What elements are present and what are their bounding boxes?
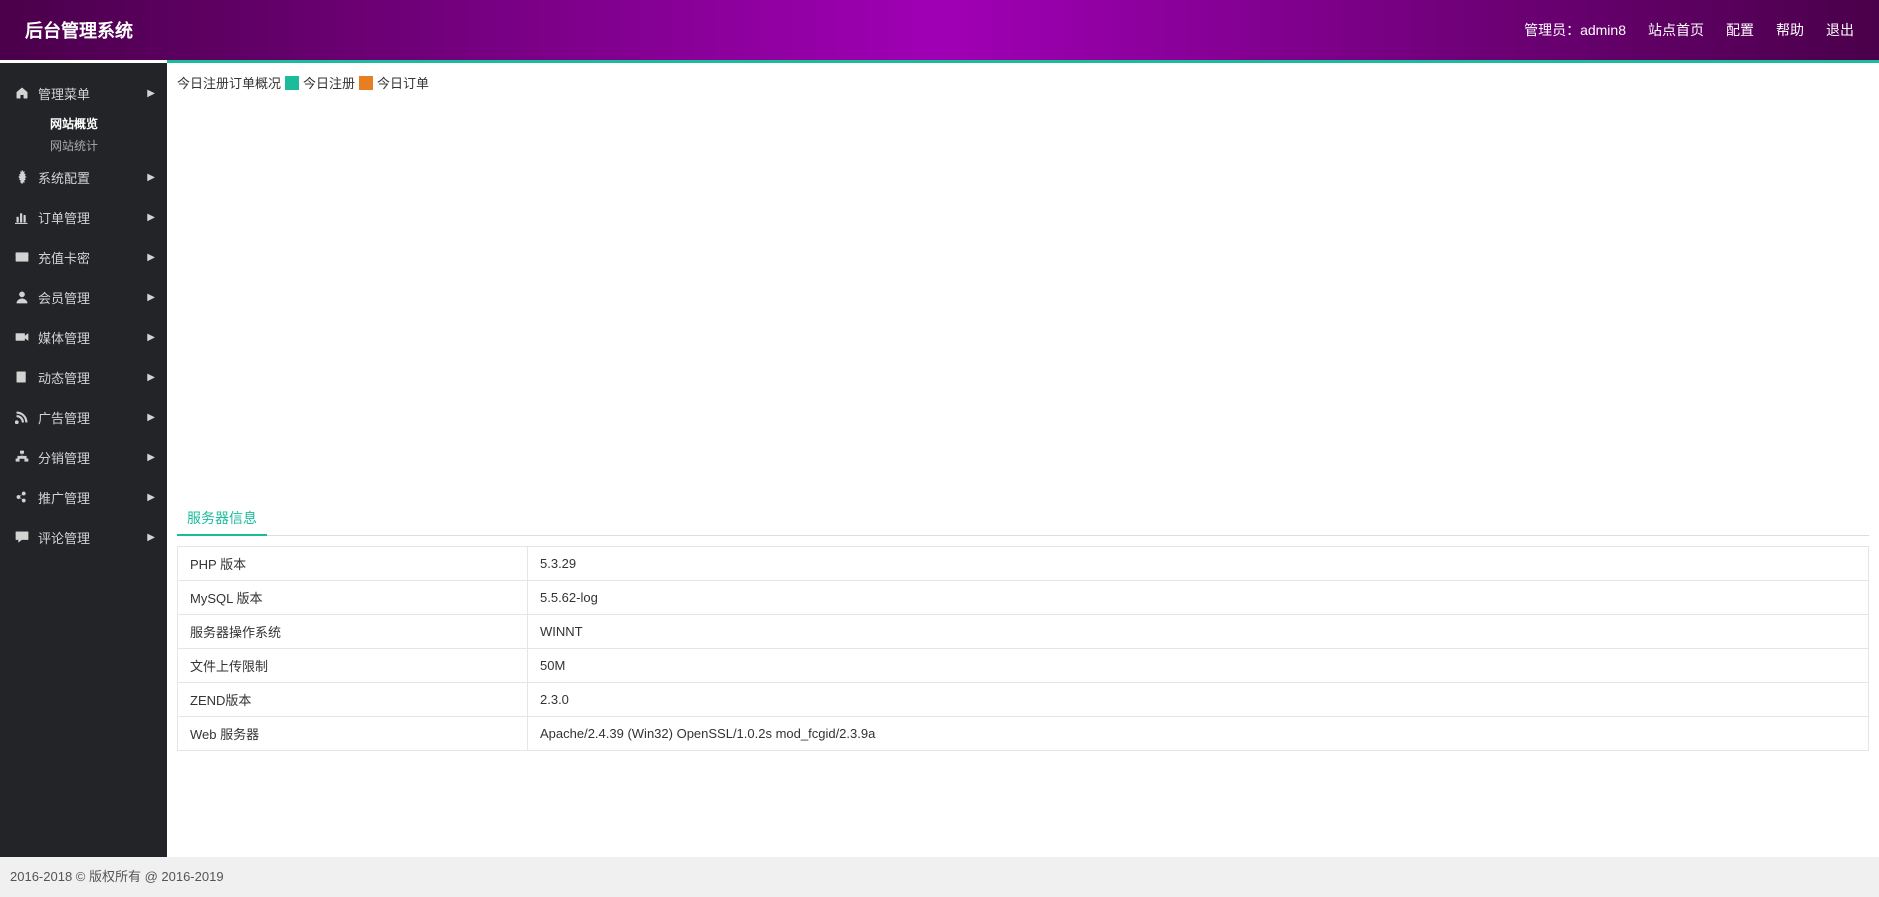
book-icon: [14, 369, 30, 385]
info-value: 2.3.0: [528, 683, 1869, 717]
sidebar-item-2[interactable]: 订单管理 ▶: [0, 197, 167, 237]
caret-right-icon: ▶: [147, 88, 155, 99]
legend-swatch-register: [285, 76, 299, 90]
sidebar: 管理菜单▶网站概览网站统计系统配置▶订单管理▶充值卡密▶会员管理▶媒体管理▶动态…: [0, 63, 167, 857]
caret-right-icon: ▶: [147, 492, 155, 503]
info-value: 5.5.62-log: [528, 581, 1869, 615]
tab-bar: 服务器信息: [177, 502, 1869, 536]
chart-area: [177, 92, 1869, 502]
sidebar-item-0[interactable]: 管理菜单 ▶: [0, 73, 167, 113]
legend-label-order: 今日订单: [377, 73, 429, 92]
sidebar-item-label: 广告管理: [38, 408, 90, 427]
sitemap-icon: [14, 449, 30, 465]
table-row: Web 服务器Apache/2.4.39 (Win32) OpenSSL/1.0…: [178, 717, 1869, 751]
sidebar-submenu-0: 网站概览网站统计: [0, 113, 167, 157]
credit-card-icon: [14, 249, 30, 265]
sidebar-item-label: 会员管理: [38, 288, 90, 307]
caret-right-icon: ▶: [147, 252, 155, 263]
info-key: 服务器操作系统: [178, 615, 528, 649]
table-row: 服务器操作系统WINNT: [178, 615, 1869, 649]
sidebar-item-label: 管理菜单: [38, 84, 90, 103]
caret-right-icon: ▶: [147, 172, 155, 183]
sidebar-item-1[interactable]: 系统配置 ▶: [0, 157, 167, 197]
caret-right-icon: ▶: [147, 452, 155, 463]
sidebar-item-8[interactable]: 分销管理 ▶: [0, 437, 167, 477]
cogs-icon: [14, 169, 30, 185]
user-icon: [14, 289, 30, 305]
header: 后台管理系统 管理员：admin8 站点首页 配置 帮助 退出: [0, 0, 1879, 60]
info-key: Web 服务器: [178, 717, 528, 751]
info-value: 50M: [528, 649, 1869, 683]
home-link[interactable]: 站点首页: [1648, 20, 1704, 40]
main-content: 今日注册订单概况 今日注册 今日订单 服务器信息 PHP 版本5.3.29MyS…: [167, 63, 1879, 857]
video-icon: [14, 329, 30, 345]
caret-right-icon: ▶: [147, 532, 155, 543]
table-row: ZEND版本2.3.0: [178, 683, 1869, 717]
info-key: MySQL 版本: [178, 581, 528, 615]
rss-icon: [14, 409, 30, 425]
legend-label-register: 今日注册: [303, 73, 355, 92]
sidebar-item-label: 评论管理: [38, 528, 90, 547]
sidebar-item-5[interactable]: 媒体管理 ▶: [0, 317, 167, 357]
help-link[interactable]: 帮助: [1776, 20, 1804, 40]
legend-swatch-order: [359, 76, 373, 90]
sidebar-item-label: 推广管理: [38, 488, 90, 507]
sidebar-item-label: 分销管理: [38, 448, 90, 467]
info-value: WINNT: [528, 615, 1869, 649]
info-key: PHP 版本: [178, 547, 528, 581]
info-value: Apache/2.4.39 (Win32) OpenSSL/1.0.2s mod…: [528, 717, 1869, 751]
sidebar-item-4[interactable]: 会员管理 ▶: [0, 277, 167, 317]
sidebar-item-label: 媒体管理: [38, 328, 90, 347]
sidebar-sub-item-0-0[interactable]: 网站概览: [0, 113, 167, 135]
sidebar-item-9[interactable]: 推广管理 ▶: [0, 477, 167, 517]
sidebar-item-3[interactable]: 充值卡密 ▶: [0, 237, 167, 277]
share-icon: [14, 489, 30, 505]
table-row: MySQL 版本5.5.62-log: [178, 581, 1869, 615]
bar-chart-icon: [14, 209, 30, 225]
chart-title: 今日注册订单概况: [177, 73, 281, 92]
admin-label: 管理员：admin8: [1524, 20, 1626, 40]
app-title: 后台管理系统: [25, 17, 133, 43]
info-value: 5.3.29: [528, 547, 1869, 581]
header-nav: 管理员：admin8 站点首页 配置 帮助 退出: [1524, 20, 1854, 40]
home-icon: [14, 85, 30, 101]
footer: 2016-2018 © 版权所有 @ 2016-2019: [0, 857, 1879, 897]
sidebar-item-label: 系统配置: [38, 168, 90, 187]
caret-right-icon: ▶: [147, 332, 155, 343]
sidebar-item-6[interactable]: 动态管理 ▶: [0, 357, 167, 397]
table-row: 文件上传限制50M: [178, 649, 1869, 683]
chart-title-row: 今日注册订单概况 今日注册 今日订单: [177, 73, 1869, 92]
info-key: ZEND版本: [178, 683, 528, 717]
caret-right-icon: ▶: [147, 212, 155, 223]
tab-server-info[interactable]: 服务器信息: [177, 502, 267, 536]
sidebar-item-label: 充值卡密: [38, 248, 90, 267]
table-row: PHP 版本5.3.29: [178, 547, 1869, 581]
caret-right-icon: ▶: [147, 292, 155, 303]
config-link[interactable]: 配置: [1726, 20, 1754, 40]
sidebar-item-label: 订单管理: [38, 208, 90, 227]
sidebar-item-7[interactable]: 广告管理 ▶: [0, 397, 167, 437]
comment-icon: [14, 529, 30, 545]
caret-right-icon: ▶: [147, 412, 155, 423]
caret-right-icon: ▶: [147, 372, 155, 383]
sidebar-item-label: 动态管理: [38, 368, 90, 387]
info-key: 文件上传限制: [178, 649, 528, 683]
sidebar-sub-item-0-1[interactable]: 网站统计: [0, 135, 167, 157]
sidebar-item-10[interactable]: 评论管理 ▶: [0, 517, 167, 557]
footer-text: 2016-2018 © 版权所有 @ 2016-2019: [10, 869, 224, 884]
server-info-table: PHP 版本5.3.29MySQL 版本5.5.62-log服务器操作系统WIN…: [177, 546, 1869, 751]
logout-link[interactable]: 退出: [1826, 20, 1854, 40]
